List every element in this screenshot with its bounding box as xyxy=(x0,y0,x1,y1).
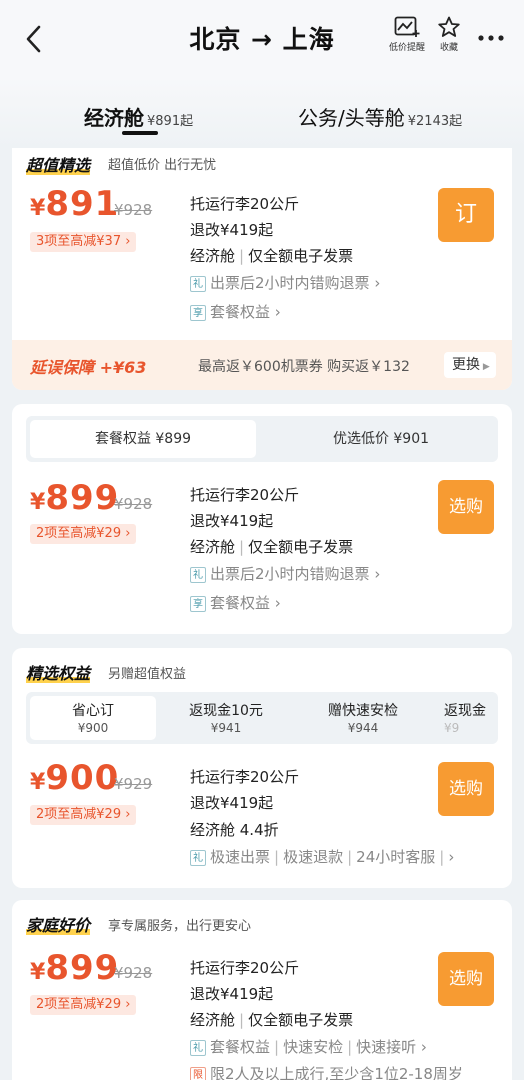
option-fast-security[interactable]: 赠快速安检 ¥944 xyxy=(298,696,428,740)
gift-icon: 礼 xyxy=(190,1040,206,1056)
refund-change-fee[interactable]: 退改¥419起 xyxy=(190,510,273,531)
perk-icon: 享 xyxy=(190,596,206,612)
gift-benefit[interactable]: 礼出票后2小时内错购退票 › xyxy=(190,563,380,584)
section-subtitle: 另赠超值权益 xyxy=(108,667,187,682)
tab-business-label: 公务/头等舱 xyxy=(298,106,405,130)
fare-card-family-deal: 家庭好价 享专属服务，出行更安心 ¥899 ¥928 2项至高减¥29 › 托运… xyxy=(12,900,512,1080)
original-price: ¥929 xyxy=(114,775,153,793)
price-alert-label: 低价提醒 xyxy=(388,43,425,53)
service-features[interactable]: 礼极速出票 | 极速退款 | 24小时客服 | › xyxy=(190,846,500,867)
star-icon xyxy=(438,16,460,37)
cabin-discount-info: 经济舱 4.4折 xyxy=(190,821,279,839)
chevron-right-icon: › xyxy=(448,848,455,866)
section-subtitle: 享专属服务，出行更安心 xyxy=(108,919,252,934)
fare-option-selector: 套餐权益 ¥899 优选低价 ¥901 xyxy=(26,416,498,462)
baggage-allowance: 托运行李20公斤 xyxy=(190,486,300,504)
chevron-right-icon: ▶ xyxy=(480,362,490,372)
gift-icon: 礼 xyxy=(190,850,206,866)
original-price: ¥928 xyxy=(114,201,153,219)
package-perks[interactable]: 享套餐权益 › xyxy=(190,592,281,613)
fare-card-value-pick: 超值精选 超值低价 出行无忧 ¥891 ¥928 3项至高减¥37 › 托运行李… xyxy=(12,148,512,390)
fare-price: ¥891 xyxy=(30,184,120,224)
tab-business-price: ¥2143起 xyxy=(407,114,463,129)
tab-economy-price: ¥891起 xyxy=(147,114,194,129)
perk-option-selector: 省心订 ¥900 返现金10元 ¥941 赠快速安检 ¥944 返现金 ¥9 xyxy=(26,692,498,744)
section-title: 家庭好价 xyxy=(26,916,91,935)
baggage-allowance: 托运行李20公斤 xyxy=(190,959,300,977)
gift-icon: 礼 xyxy=(190,276,206,292)
option-cashback-more[interactable]: 返现金 ¥9 xyxy=(444,696,498,740)
change-addon-button[interactable]: 更换 ▶ xyxy=(444,352,496,378)
delay-protection-title: 延误保障 +¥63 xyxy=(30,358,147,377)
favorite-button[interactable]: 收藏 xyxy=(429,16,469,53)
select-purchase-button[interactable]: 选购 xyxy=(438,480,494,534)
discount-promo[interactable]: 3项至高减¥37 › xyxy=(30,232,137,252)
back-arrow-icon xyxy=(26,25,41,53)
limit-icon: 限 xyxy=(190,1067,206,1080)
price-alert-icon xyxy=(394,16,420,37)
book-button[interactable]: 订 xyxy=(438,188,494,242)
cabin-invoice-info: 经济舱 | 仅全额电子发票 xyxy=(190,247,354,265)
cabin-invoice-info: 经济舱 | 仅全额电子发票 xyxy=(190,538,354,556)
gift-icon: 礼 xyxy=(190,567,206,583)
baggage-allowance: 托运行李20公斤 xyxy=(190,195,300,213)
fare-price: ¥900 xyxy=(30,758,120,798)
fare-price: ¥899 xyxy=(30,948,120,988)
delay-protection-bar: 延误保障 +¥63 最高返￥600机票券 购买返￥132 更换 ▶ xyxy=(12,340,512,390)
discount-promo[interactable]: 2项至高减¥29 › xyxy=(30,524,137,544)
section-title: 精选权益 xyxy=(26,664,91,683)
fare-card-selected-perks: 精选权益 另赠超值权益 省心订 ¥900 返现金10元 ¥941 赠快速安检 ¥944… xyxy=(12,648,512,888)
baggage-allowance: 托运行李20公斤 xyxy=(190,768,300,786)
select-purchase-button[interactable]: 选购 xyxy=(438,952,494,1006)
discount-promo[interactable]: 2项至高减¥29 › xyxy=(30,995,137,1015)
cabin-invoice-info: 经济舱 | 仅全额电子发票 xyxy=(190,1011,354,1029)
favorite-label: 收藏 xyxy=(439,43,458,53)
more-options-button[interactable] xyxy=(474,26,508,48)
option-package-perks[interactable]: 套餐权益 ¥899 xyxy=(30,420,256,458)
tab-economy-label: 经济舱 xyxy=(84,106,144,130)
option-best-low-price[interactable]: 优选低价 ¥901 xyxy=(268,420,494,458)
discount-promo[interactable]: 2项至高减¥29 › xyxy=(30,805,137,825)
delay-protection-desc: 最高返￥600机票券 购买返￥132 xyxy=(198,359,410,375)
route-title: 北京 → 上海 xyxy=(189,25,335,54)
gift-benefit[interactable]: 礼出票后2小时内错购退票 › xyxy=(190,272,380,293)
package-perks[interactable]: 享套餐权益 › xyxy=(190,301,281,322)
fare-card-package: 套餐权益 ¥899 优选低价 ¥901 ¥899 ¥928 2项至高减¥29 ›… xyxy=(12,404,512,634)
option-cashback-10[interactable]: 返现金10元 ¥941 xyxy=(166,696,286,740)
cabin-tabs: 经济舱 ¥891起 公务/头等舱 ¥2143起 xyxy=(0,78,524,148)
option-worry-free-booking[interactable]: 省心订 ¥900 xyxy=(30,696,156,740)
refund-change-fee[interactable]: 退改¥419起 xyxy=(190,792,273,813)
refund-change-fee[interactable]: 退改¥419起 xyxy=(190,219,273,240)
original-price: ¥928 xyxy=(114,964,153,982)
perk-icon: 享 xyxy=(190,305,206,321)
refund-change-fee[interactable]: 退改¥419起 xyxy=(190,983,273,1004)
select-purchase-button[interactable]: 选购 xyxy=(438,762,494,816)
tab-economy[interactable]: 经济舱 ¥891起 xyxy=(84,102,193,131)
section-title: 超值精选 xyxy=(26,156,91,175)
fare-price: ¥899 xyxy=(30,478,120,518)
service-features[interactable]: 礼套餐权益 | 快速安检 | 快速接听 › xyxy=(190,1036,427,1057)
tab-business-first[interactable]: 公务/头等舱 ¥2143起 xyxy=(298,102,462,131)
active-tab-indicator xyxy=(122,131,158,135)
back-button[interactable] xyxy=(20,22,50,56)
more-dots-icon xyxy=(478,35,504,41)
original-price: ¥928 xyxy=(114,495,153,513)
price-alert-button[interactable]: 低价提醒 xyxy=(387,16,427,53)
family-restriction: 限限2人及以上成行,至少含1位2-18周岁 xyxy=(190,1063,500,1080)
top-nav-bar: 北京 → 上海 低价提醒 收藏 xyxy=(0,0,524,78)
section-subtitle: 超值低价 出行无忧 xyxy=(108,158,217,173)
